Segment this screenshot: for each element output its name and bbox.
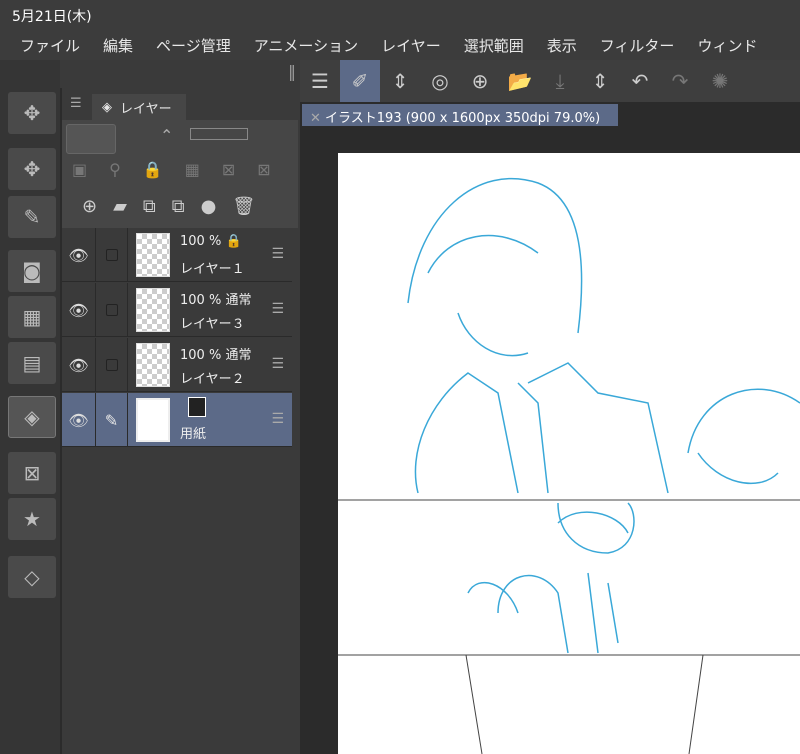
menu-filter[interactable]: フィルター — [600, 35, 675, 56]
eye-icon[interactable]: 👁 — [62, 393, 96, 447]
layer-blend: 通常 — [225, 348, 252, 363]
layers-icon: ◈ — [102, 99, 112, 115]
menu-window[interactable]: ウィンド — [697, 35, 757, 56]
stepper-icon[interactable]: ⇕ — [380, 69, 420, 93]
sketch-drawing — [338, 177, 800, 754]
layer-opacity: 100 % — [180, 293, 222, 308]
layer-checkbox[interactable] — [96, 338, 128, 392]
layer-row[interactable]: 👁 100 % 通常レイヤー２ ☰ — [62, 338, 292, 392]
transform-tool-icon[interactable]: ✥ — [8, 148, 56, 190]
layer-name: レイヤー３ — [180, 317, 245, 332]
layer-menu-icon[interactable]: ☰ — [271, 411, 284, 427]
close-icon[interactable]: ✕ — [310, 111, 321, 126]
layer-tools: ⌃ ▣⚲🔒▦⊠⊠ ⊕▰⧉⧉●🗑 — [62, 120, 298, 228]
layer-opacity: 100 % — [180, 348, 222, 363]
open-file-icon[interactable]: 📂 — [500, 69, 540, 93]
pen-icon: ✎ — [96, 393, 128, 447]
loading-icon: ✺ — [711, 69, 729, 93]
menu-file[interactable]: ファイル — [20, 35, 80, 56]
quick-access-icon[interactable]: ◎ — [420, 69, 460, 93]
blend-mode-select[interactable] — [66, 124, 116, 154]
menu-page[interactable]: ページ管理 — [156, 35, 231, 56]
color-icon[interactable]: ◙ — [8, 250, 56, 292]
stepper-icon[interactable]: ⇕ — [580, 69, 620, 93]
layer-thumbnail — [136, 398, 170, 442]
layer-row[interactable]: 👁 100 % 🔒 レイヤー１ ☰ — [62, 228, 292, 282]
document-title: イラスト193 (900 x 1600px 350dpi 79.0%) — [325, 111, 601, 126]
canvas[interactable] — [338, 153, 800, 754]
layer-name: 用紙 — [180, 427, 207, 442]
tab-layer[interactable]: ◈ レイヤー — [92, 94, 186, 120]
tab-label: レイヤー — [120, 101, 172, 117]
lock-icon: 🔒 — [225, 234, 242, 249]
layer-name: レイヤー１ — [180, 262, 245, 277]
new-file-icon[interactable]: ⊕ — [460, 69, 500, 93]
save-icon[interactable]: ⤓ — [540, 69, 580, 93]
menu-animation[interactable]: アニメーション — [254, 35, 358, 56]
lock-icons[interactable]: ▣⚲🔒▦⊠⊠ — [72, 160, 293, 179]
layer-property-icon[interactable]: ◇ — [8, 556, 56, 598]
layer-name: レイヤー２ — [180, 372, 245, 387]
material-icon[interactable]: ★ — [8, 498, 56, 540]
layer-action-icons[interactable]: ⊕▰⧉⧉●🗑 — [82, 196, 271, 217]
layer-blend: 通常 — [225, 293, 252, 308]
panel-menu-icon[interactable]: ☰ — [70, 96, 82, 111]
layer-opacity: 100 % — [180, 234, 222, 249]
layer-row[interactable]: 👁 100 % 通常レイヤー３ ☰ — [62, 283, 292, 337]
layer-menu-icon[interactable]: ☰ — [271, 356, 284, 372]
redo-icon[interactable]: ↷ — [660, 69, 700, 93]
menu-edit[interactable]: 編集 — [103, 35, 133, 56]
opacity-stepper[interactable]: ⌃ — [160, 126, 173, 145]
menu-selection[interactable]: 選択範囲 — [464, 35, 524, 56]
layer-checkbox[interactable] — [96, 283, 128, 337]
document-tab[interactable]: ✕ イラスト193 (900 x 1600px 350dpi 79.0%) — [302, 104, 618, 126]
stylus-icon[interactable]: ✐ — [340, 60, 380, 102]
menu-bar: ファイル 編集 ページ管理 アニメーション レイヤー 選択範囲 表示 フィルター… — [0, 30, 800, 60]
paper-icon — [188, 397, 206, 417]
command-bar: ☰ ✐ ⇕ ◎ ⊕ 📂 ⤓ ⇕ ↶ ↷ ✺ — [300, 60, 800, 102]
layer-thumbnail — [136, 288, 170, 332]
layer-row-selected[interactable]: 👁 ✎ 用紙 ☰ — [62, 393, 292, 447]
move-layer-tool-icon[interactable]: ✥ — [8, 92, 56, 134]
pen-tool-icon[interactable]: ✎ — [8, 196, 56, 238]
status-bar: 5月21日(木) — [0, 0, 800, 30]
layer-thumbnail — [136, 233, 170, 277]
eye-icon[interactable]: 👁 — [62, 228, 96, 282]
palette-icon[interactable]: ▦ — [8, 296, 56, 338]
date: 5月21日(木) — [12, 9, 92, 25]
animation-icon[interactable]: ▤ — [8, 342, 56, 384]
eye-icon[interactable]: 👁 — [62, 283, 96, 337]
eye-icon[interactable]: 👁 — [62, 338, 96, 392]
layer-menu-icon[interactable]: ☰ — [271, 301, 284, 317]
menu-icon[interactable]: ☰ — [300, 69, 340, 93]
menu-view[interactable]: 表示 — [547, 35, 577, 56]
layer-thumbnail — [136, 343, 170, 387]
undo-icon[interactable]: ↶ — [620, 69, 660, 93]
layer-panel-icon[interactable]: ◈ — [8, 396, 56, 438]
menu-layer[interactable]: レイヤー — [381, 35, 441, 56]
opacity-slider[interactable] — [190, 128, 248, 140]
layer-checkbox[interactable] — [96, 228, 128, 282]
navigator-icon[interactable]: ⊠ — [8, 452, 56, 494]
drag-handle-icon[interactable]: ‖ — [288, 62, 296, 81]
layer-menu-icon[interactable]: ☰ — [271, 246, 284, 262]
